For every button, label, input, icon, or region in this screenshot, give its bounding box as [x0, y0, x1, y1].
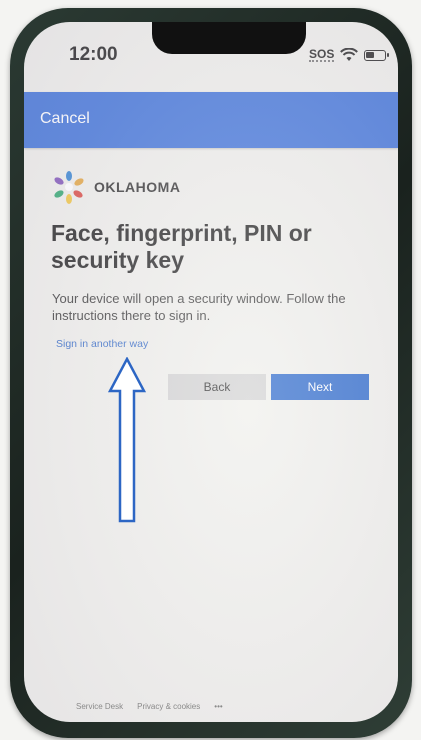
up-arrow-outline-icon	[108, 357, 146, 523]
sos-indicator: SOS	[309, 47, 335, 62]
next-button[interactable]: Next	[271, 374, 369, 400]
battery-icon	[364, 49, 390, 61]
status-icons: SOS	[309, 47, 390, 62]
brand-logo: OKLAHOMA	[52, 170, 180, 204]
more-options-icon[interactable]: •••	[214, 702, 222, 711]
wifi-icon	[340, 48, 359, 61]
back-button[interactable]: Back	[168, 374, 266, 400]
footer-links: Service Desk Privacy & cookies •••	[76, 702, 223, 711]
photo-background: 12:00 SOS Cancel OKLAHOMA Face, fingerpr…	[0, 0, 421, 740]
brand-name: OKLAHOMA	[94, 179, 181, 195]
notch	[152, 22, 306, 54]
phone-screen: 12:00 SOS Cancel OKLAHOMA Face, fingerpr…	[24, 22, 398, 722]
phone-frame: 12:00 SOS Cancel OKLAHOMA Face, fingerpr…	[10, 8, 412, 738]
top-bar: Cancel	[24, 92, 398, 148]
cancel-button[interactable]: Cancel	[40, 110, 90, 128]
status-time: 12:00	[69, 44, 118, 65]
privacy-cookies-link[interactable]: Privacy & cookies	[137, 702, 200, 711]
page-description: Your device will open a security window.…	[52, 291, 346, 323]
service-desk-link[interactable]: Service Desk	[76, 702, 123, 711]
oklahoma-logo-icon	[54, 171, 84, 204]
sign-in-another-way-link[interactable]: Sign in another way	[56, 338, 148, 350]
page-title: Face, fingerprint, PIN or security key	[51, 220, 312, 273]
